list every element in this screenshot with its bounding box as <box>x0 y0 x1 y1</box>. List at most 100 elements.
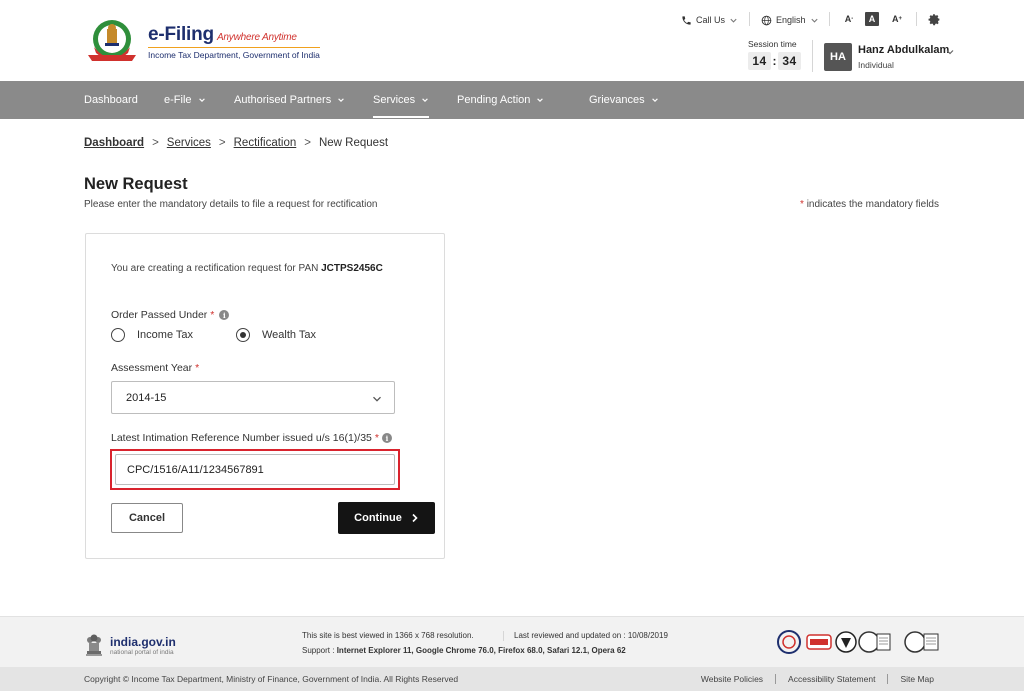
chevron-down-icon <box>198 98 205 102</box>
call-us-label: Call Us <box>696 15 726 25</box>
order-passed-under-label: Order Passed Under * i <box>111 309 230 321</box>
chevron-right-icon <box>412 513 418 523</box>
nav-item-dashboard[interactable]: Dashboard <box>84 81 138 119</box>
breadcrumb-separator: > <box>152 137 159 149</box>
main-navigation: Dashboard e-File Authorised Partners Ser… <box>0 81 1024 119</box>
session-seconds: 34 <box>778 52 801 70</box>
util-divider <box>749 12 750 26</box>
page-subtitle: Please enter the mandatory details to fi… <box>84 199 378 210</box>
breadcrumb: Dashboard > Services > Rectification > N… <box>84 137 388 149</box>
footer-links: Website Policies Accessibility Statement… <box>701 674 934 684</box>
user-name[interactable]: Hanz Abdulkalam <box>858 44 949 56</box>
session-minutes: 14 <box>748 52 771 70</box>
required-star: * <box>800 199 804 210</box>
chevron-down-icon <box>373 396 381 402</box>
pan-value: JCTPS2456C <box>321 263 383 274</box>
radio-income-tax[interactable]: Income Tax <box>111 328 193 342</box>
rectification-form-card: You are creating a rectification request… <box>85 233 445 559</box>
breadcrumb-current: New Request <box>318 137 389 149</box>
info-icon[interactable]: i <box>219 310 230 320</box>
radio-income-tax-control[interactable] <box>111 328 125 342</box>
certification-badge-icon <box>904 631 939 653</box>
util-divider <box>916 12 917 26</box>
chevron-down-icon <box>537 98 544 102</box>
support-text: Support : Internet Explorer 11, Google C… <box>302 646 626 655</box>
last-reviewed-text: Last reviewed and updated on : 10/08/201… <box>514 631 668 640</box>
assessment-year-value: 2014-15 <box>126 391 167 404</box>
radio-wealth-tax-label: Wealth Tax <box>262 329 317 341</box>
certification-badge-icon <box>777 630 801 654</box>
best-viewed-text: This site is best viewed in 1366 x 768 r… <box>302 631 474 640</box>
nav-item-grievances[interactable]: Grievances <box>589 81 659 119</box>
brand-title: e-Filing Anywhere Anytime <box>148 24 297 45</box>
user-role: Individual <box>858 60 894 70</box>
chevron-down-icon <box>422 98 428 102</box>
reference-number-label: Latest Intimation Reference Number issue… <box>111 432 392 444</box>
chevron-down-icon[interactable] <box>945 47 955 57</box>
brand-tagline: Anywhere Anytime <box>216 32 297 43</box>
footer-link-website-policies[interactable]: Website Policies <box>701 674 763 684</box>
certification-badge-icon <box>858 631 891 653</box>
brand-subtitle: Income Tax Department, Government of Ind… <box>148 47 320 60</box>
breadcrumb-dashboard[interactable]: Dashboard <box>84 137 144 149</box>
chevron-down-icon <box>651 98 658 102</box>
globe-icon <box>761 15 772 25</box>
continue-button[interactable]: Continue <box>338 502 435 534</box>
language-label: English <box>776 15 806 25</box>
nav-item-e-file[interactable]: e-File <box>164 81 206 119</box>
copyright-bar: Copyright © Income Tax Department, Minis… <box>0 667 1024 691</box>
footer-link-accessibility[interactable]: Accessibility Statement <box>788 674 875 684</box>
session-timer: 14 : 34 <box>748 52 801 70</box>
site-footer: india.gov.in national portal of india Th… <box>0 616 1024 667</box>
assessment-year-label: Assessment Year * <box>111 362 200 374</box>
mandatory-note-text: indicates the mandatory fields <box>806 199 939 210</box>
india-gov-link[interactable]: india.gov.in <box>110 635 176 649</box>
mandatory-fields-note: * indicates the mandatory fields <box>800 199 939 210</box>
cancel-button[interactable]: Cancel <box>111 503 183 533</box>
nav-item-authorised-partners[interactable]: Authorised Partners <box>234 81 345 119</box>
session-time-label: Session time <box>748 39 797 49</box>
copyright-text: Copyright © Income Tax Department, Minis… <box>84 674 459 684</box>
chevron-down-icon <box>730 18 737 23</box>
footer-link-site-map[interactable]: Site Map <box>900 674 934 684</box>
avatar[interactable]: HA <box>824 43 852 71</box>
pan-info-text: You are creating a rectification request… <box>111 263 383 274</box>
info-icon[interactable]: i <box>381 433 392 443</box>
gear-icon[interactable] <box>928 13 941 26</box>
footer-link-divider <box>887 674 889 684</box>
font-decrease-button[interactable]: A- <box>842 12 856 26</box>
page-title: New Request <box>84 175 188 193</box>
footer-divider <box>503 631 504 641</box>
national-emblem-icon <box>86 634 102 656</box>
reference-number-highlight <box>110 449 400 490</box>
certification-badge-icon <box>835 631 857 653</box>
nav-item-services[interactable]: Services <box>373 81 430 119</box>
site-header: e-Filing Anywhere Anytime Income Tax Depa… <box>0 0 1024 81</box>
nav-item-pending-action[interactable]: Pending Action <box>457 81 544 119</box>
radio-income-tax-label: Income Tax <box>137 329 194 341</box>
assessment-year-select[interactable]: 2014-15 <box>111 381 395 414</box>
radio-wealth-tax-control[interactable] <box>236 328 250 342</box>
footer-link-divider <box>775 674 777 684</box>
header-divider <box>812 40 813 72</box>
language-menu[interactable]: English <box>761 12 823 28</box>
breadcrumb-separator: > <box>218 137 226 149</box>
income-tax-emblem-icon <box>88 20 136 61</box>
continue-label: Continue <box>354 512 402 524</box>
india-gov-subtitle: national portal of india <box>110 649 174 656</box>
efiling-logo[interactable]: e-Filing Anywhere Anytime Income Tax Depa… <box>84 17 320 65</box>
breadcrumb-separator: > <box>304 137 311 149</box>
phone-icon <box>682 15 691 25</box>
reference-number-input[interactable] <box>115 454 395 485</box>
radio-wealth-tax[interactable]: Wealth Tax <box>236 328 316 342</box>
util-divider <box>829 12 830 26</box>
chevron-down-icon <box>810 18 818 23</box>
breadcrumb-services[interactable]: Services <box>167 137 211 149</box>
breadcrumb-rectification[interactable]: Rectification <box>234 137 297 149</box>
font-reset-button[interactable]: A <box>865 12 879 26</box>
font-increase-button[interactable]: A + <box>890 12 904 26</box>
call-us-menu[interactable]: Call Us <box>681 12 742 28</box>
certification-badge-icon <box>806 634 832 650</box>
timer-separator: : <box>772 54 777 68</box>
chevron-down-icon <box>338 98 345 102</box>
